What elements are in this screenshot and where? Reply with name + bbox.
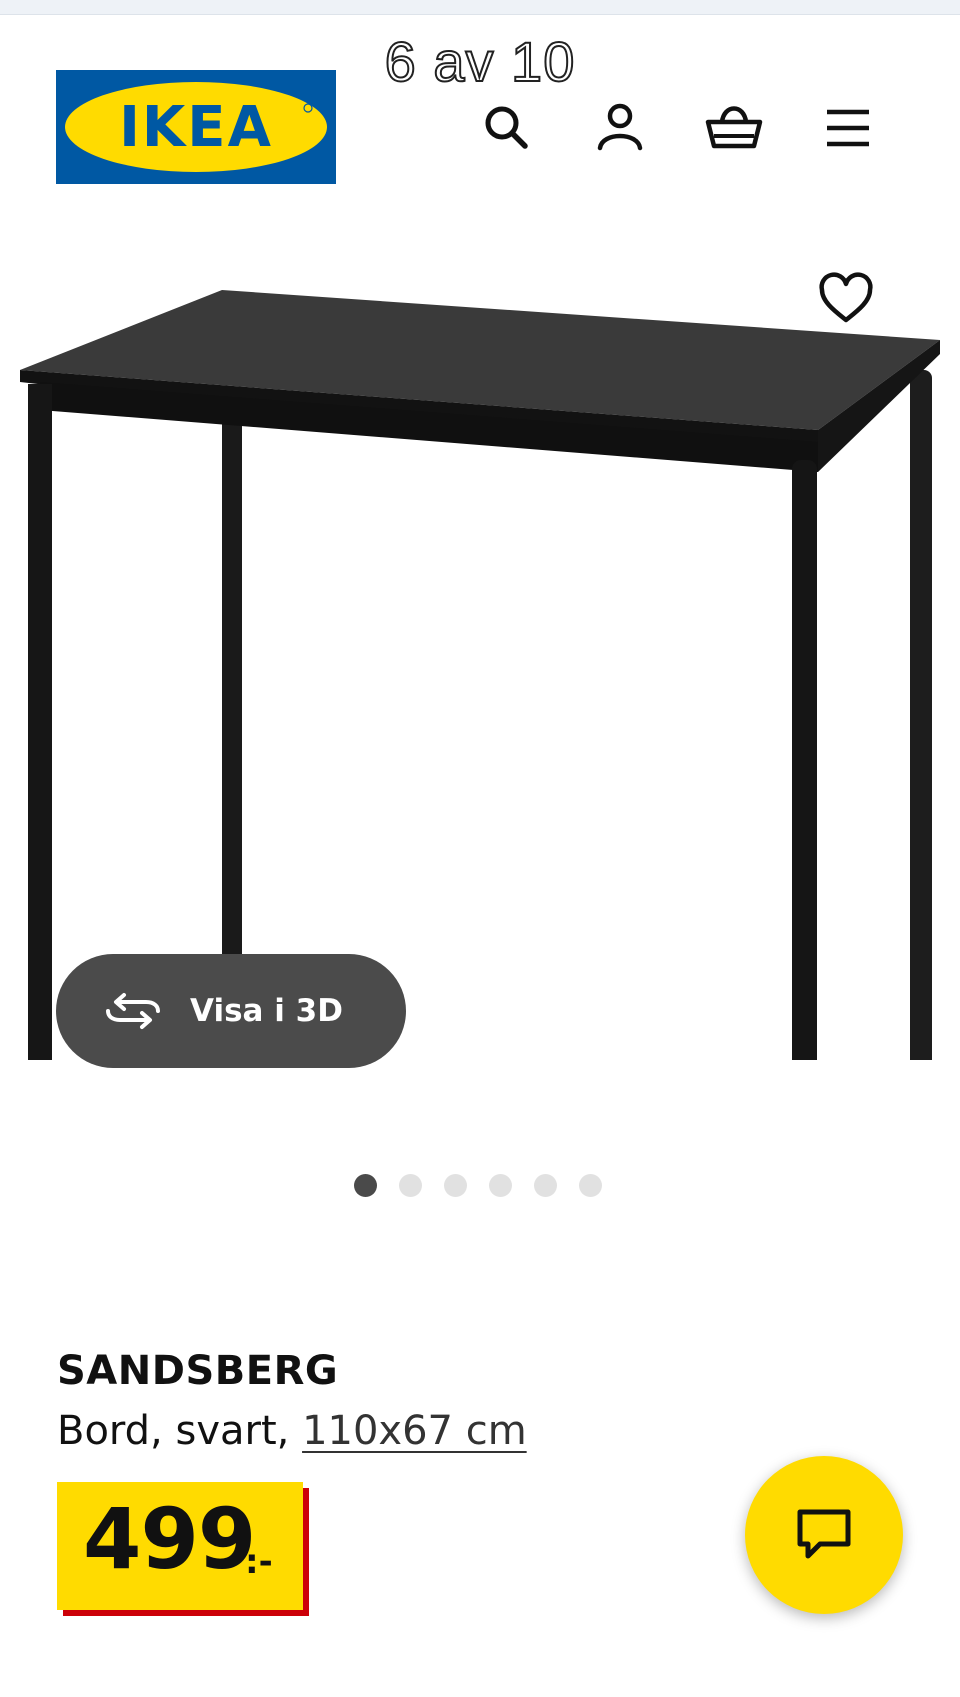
favorite-button[interactable] [806, 260, 886, 340]
carousel-dot-1[interactable] [354, 1174, 377, 1197]
cut-off-text [57, 1662, 65, 1676]
image-counter: 6 av 10 [384, 29, 576, 94]
product-description: Bord, svart, 110x67 cm [57, 1408, 527, 1454]
carousel-dot-6[interactable] [579, 1174, 602, 1197]
carousel-dot-3[interactable] [444, 1174, 467, 1197]
table-illustration [20, 290, 940, 1292]
product-name: SANDSBERG [57, 1348, 339, 1394]
account-icon[interactable] [590, 98, 650, 158]
carousel-dot-4[interactable] [489, 1174, 512, 1197]
heart-icon [819, 272, 873, 323]
status-bar [0, 0, 960, 15]
basket-icon[interactable] [704, 98, 764, 158]
rotate-3d-icon [106, 993, 160, 1029]
view-in-3d-button[interactable]: Visa i 3D [56, 954, 406, 1068]
ikea-logo[interactable]: IKEA [56, 70, 336, 184]
view-in-3d-label: Visa i 3D [190, 993, 343, 1029]
carousel-dots [354, 1174, 602, 1197]
carousel-dot-5[interactable] [534, 1174, 557, 1197]
price-box: 499 :- [57, 1482, 303, 1610]
svg-text:IKEA: IKEA [119, 95, 273, 160]
product-image[interactable] [0, 260, 960, 1292]
product-price: 499 [83, 1490, 256, 1588]
product-type-color: Bord, svart, [57, 1408, 303, 1454]
price-currency: :- [245, 1542, 273, 1582]
search-icon[interactable] [476, 98, 536, 158]
chat-button[interactable] [745, 1456, 903, 1614]
product-dimensions-link[interactable]: 110x67 cm [302, 1408, 527, 1454]
menu-icon[interactable] [818, 98, 878, 158]
ikea-logo-graphic: IKEA [56, 70, 336, 184]
carousel-dot-2[interactable] [399, 1174, 422, 1197]
chat-icon [797, 1509, 851, 1559]
